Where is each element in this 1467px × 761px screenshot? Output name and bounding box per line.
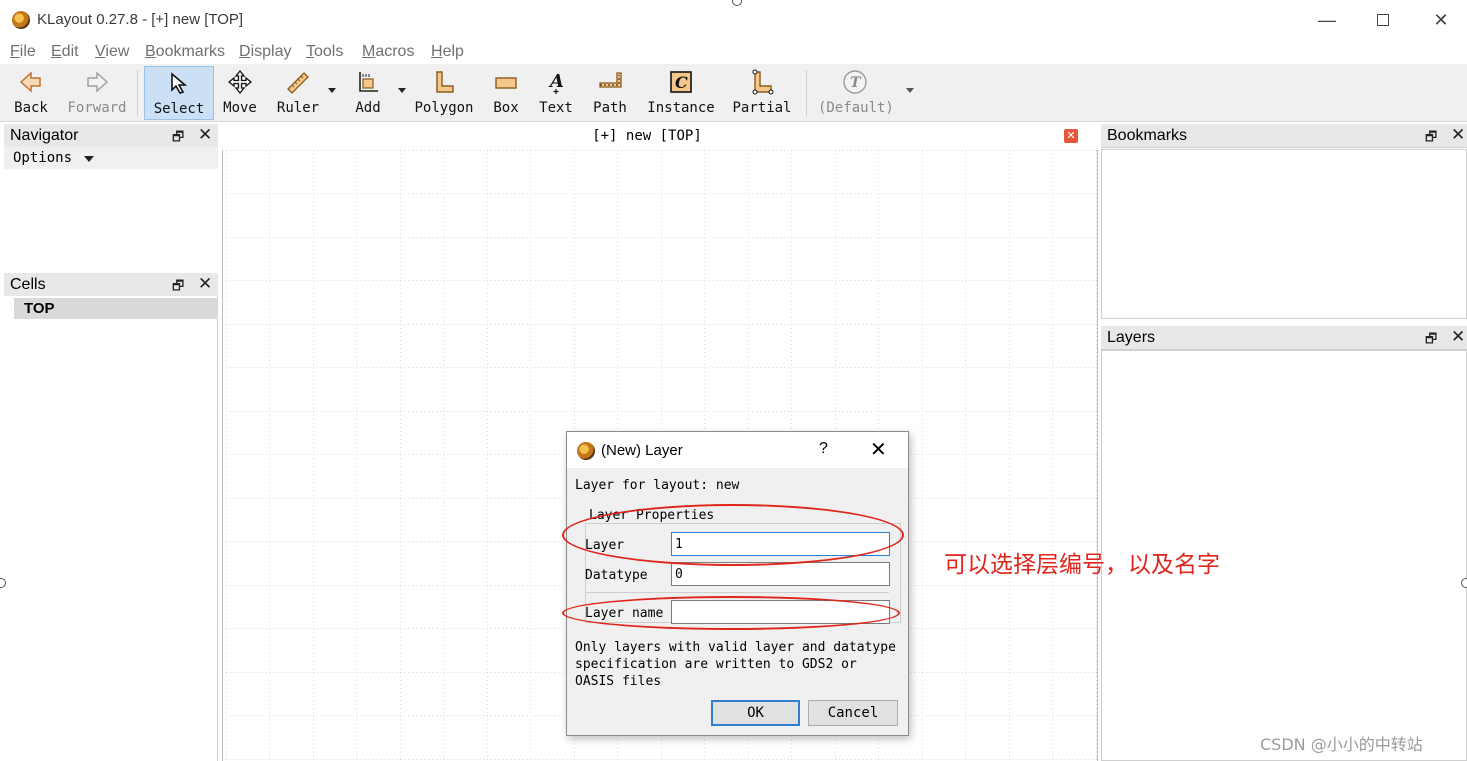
polygon-icon [436,71,454,93]
back-arrow-icon [19,71,41,93]
add-measure-icon [359,72,378,92]
cell-tree-item-top[interactable]: TOP [14,298,218,319]
svg-text:C: C [675,73,688,92]
bookmarks-dock-header: Bookmarks 🗗 ✕ [1101,124,1467,148]
cells-tree [4,296,218,761]
window-titlebar: KLayout 0.27.8 - [+] new [TOP] — ✕ [0,0,1467,40]
main-toolbar: Back Forward Select Move Ruler Add Polyg… [0,64,1467,122]
partial-tool-button[interactable]: Partial [730,66,794,120]
datatype-input[interactable]: 0 [671,562,890,586]
menu-display[interactable]: Display [239,43,291,61]
dialog-close-button[interactable]: ✕ [870,437,887,462]
bookmarks-list [1101,149,1467,319]
forward-arrow-icon [87,71,109,93]
chevron-down-icon [84,156,94,162]
ok-button[interactable]: OK [711,700,800,726]
cells-dock-header: Cells 🗗 ✕ [4,273,218,297]
note-line-3: OASIS files [575,674,662,689]
default-dropdown-arrow-icon[interactable] [906,88,914,93]
text-tool-button[interactable]: A Text [536,66,576,120]
minimize-button[interactable]: — [1315,8,1339,32]
watermark: CSDN @小小的中转站 [1260,735,1423,754]
divider [585,592,889,593]
menu-bar: File Edit View Bookmarks Display Tools M… [0,40,1467,64]
instance-c-icon: C [670,71,692,93]
note-line-2: specification are written to GDS2 or [575,657,857,672]
menu-tools[interactable]: Tools [306,43,343,61]
new-layer-dialog: (New) Layer ? ✕ Layer for layout: new La… [566,431,909,736]
maximize-button[interactable] [1371,8,1395,32]
note-line-1: Only layers with valid layer and datatyp… [575,640,896,655]
svg-text:T: T [850,75,862,91]
annotation-text: 可以选择层编号，以及名字 [944,552,1220,578]
partial-icon [752,69,774,95]
close-dock-icon[interactable]: ✕ [198,274,212,294]
move-arrows-icon [227,69,253,95]
polygon-tool-button[interactable]: Polygon [412,66,476,120]
move-tool-button[interactable]: Move [218,66,262,120]
close-dock-icon[interactable]: ✕ [1451,125,1465,145]
float-dock-icon[interactable]: 🗗 [1425,128,1437,150]
menu-help[interactable]: Help [431,43,464,61]
add-tool-button[interactable]: Add [348,66,406,120]
close-window-button[interactable]: ✕ [1429,8,1453,32]
menu-macros[interactable]: Macros [362,43,414,61]
close-view-icon[interactable]: ✕ [1064,129,1078,143]
text-style-t-icon: T [843,70,867,94]
back-button[interactable]: Back [8,66,54,120]
dialog-titlebar: (New) Layer ? ✕ [567,432,908,468]
ruler-dropdown-arrow-icon[interactable] [328,88,336,93]
dialog-title: (New) Layer [601,442,683,459]
toolbar-separator [806,70,807,116]
layout-view-tab[interactable]: [+] new [TOP] ✕ [222,124,1098,148]
klayout-logo-icon [12,11,30,29]
maximize-icon [1377,14,1389,26]
path-icon [599,72,622,88]
help-button[interactable]: ? [819,440,828,458]
window-title: KLayout 0.27.8 - [+] new [TOP] [37,11,244,28]
ruler-icon [287,72,309,94]
menu-bookmarks[interactable]: Bookmarks [145,43,225,61]
datatype-label: Datatype [585,568,648,583]
float-dock-icon[interactable]: 🗗 [1425,330,1437,352]
frame-handle [1461,578,1467,588]
forward-button[interactable]: Forward [66,66,128,120]
navigator-options-button[interactable]: Options [4,147,218,169]
box-icon [495,77,517,89]
layers-dock-header: Layers 🗗 ✕ [1101,326,1467,350]
close-dock-icon[interactable]: ✕ [198,125,212,145]
menu-file[interactable]: File [10,43,36,61]
klayout-logo-icon [577,442,595,460]
ruler-tool-button[interactable]: Ruler [272,66,336,120]
instance-tool-button[interactable]: C Instance [646,66,716,120]
svg-text:A: A [548,71,564,92]
select-tool-button[interactable]: Select [144,66,214,120]
path-tool-button[interactable]: Path [590,66,630,120]
menu-view[interactable]: View [95,43,129,61]
add-dropdown-arrow-icon[interactable] [398,88,406,93]
layout-label: Layer for layout: new [575,478,740,493]
close-dock-icon[interactable]: ✕ [1451,327,1465,347]
default-text-style-button[interactable]: T (Default) [818,66,914,120]
cancel-button[interactable]: Cancel [808,700,898,726]
box-tool-button[interactable]: Box [488,66,524,120]
cursor-arrow-icon [171,72,188,94]
red-highlight-ellipse-layer [562,504,904,566]
menu-edit[interactable]: Edit [51,43,79,61]
navigator-dock-header: Navigator 🗗 ✕ [4,124,218,148]
text-a-icon: A [548,71,564,94]
toolbar-separator [137,70,138,116]
red-highlight-ellipse-name [562,596,900,630]
